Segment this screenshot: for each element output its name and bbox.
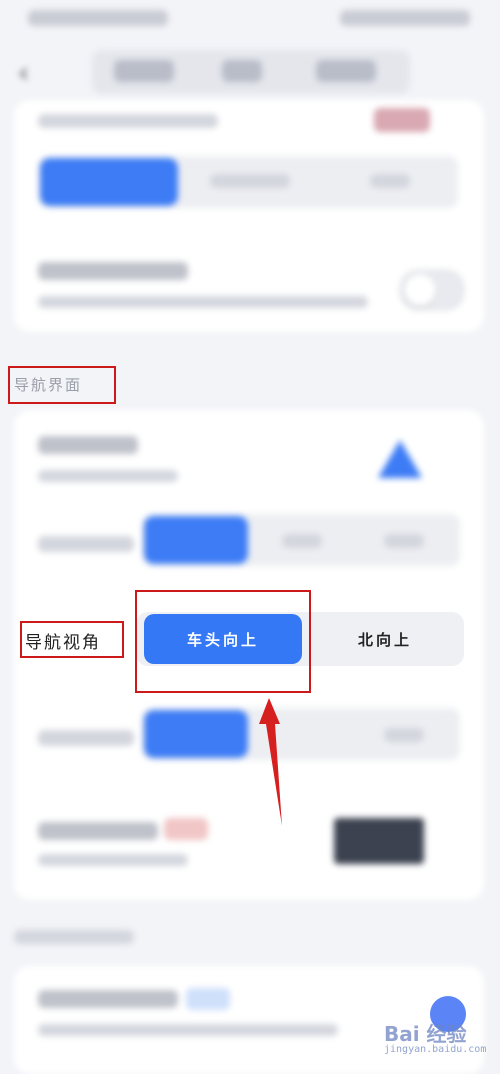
watermark-url: jingyan.baidu.com	[384, 1044, 487, 1055]
arrow-shape	[259, 698, 282, 826]
settings-page: ‹ 导航界面 导航视角 车头向上 北向上 Bai 经验 jingyan.baid…	[0, 0, 500, 1074]
watermark-logo: Bai 经验	[384, 1022, 467, 1046]
up-arrow-annotation-icon	[259, 698, 282, 826]
